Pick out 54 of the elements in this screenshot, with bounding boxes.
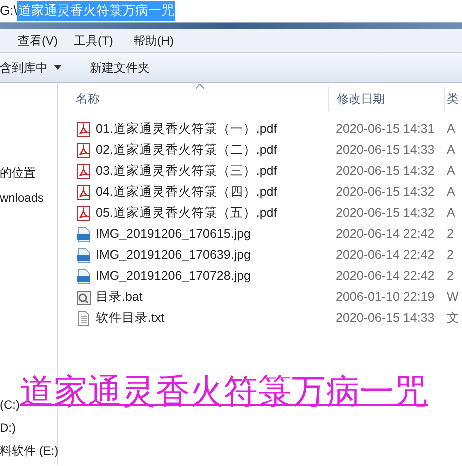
table-cell: 2020-06-15 14:32 (336, 185, 435, 200)
video-caption: 道家通灵香火符箓万病一咒 (20, 372, 428, 412)
table-cell: 2020-06-15 14:32 (336, 164, 435, 178)
column-header[interactable]: 类 (444, 87, 460, 111)
toolbar-button[interactable]: 新建文件夹 (90, 58, 150, 76)
table-cell: A (447, 164, 456, 178)
menu-item[interactable]: 帮助(H) (133, 32, 174, 50)
table-cell: A (447, 185, 456, 200)
image-file-icon (76, 248, 92, 264)
table-cell: A (447, 143, 456, 158)
table-cell: 2006-01-10 22:19 (336, 290, 435, 304)
file-name[interactable]: 03.道家通灵香火符箓（三）.pdf (96, 162, 278, 181)
file-name[interactable]: IMG_20191206_170728.jpg (96, 267, 251, 286)
table-cell: A (447, 122, 456, 136)
file-name[interactable]: 目录.bat (96, 288, 143, 307)
nav-item[interactable]: (C:) (0, 396, 20, 414)
table-cell: 文 (447, 311, 460, 326)
pdf-file-icon (76, 164, 92, 180)
table-cell: 2020-06-14 22:42 (336, 248, 435, 262)
nav-item[interactable]: wnloads (0, 189, 44, 207)
toolbar-button[interactable]: 含到库中 (0, 58, 62, 76)
menu-item[interactable]: 查看(V) (18, 32, 58, 50)
table-cell: 2 (447, 269, 454, 284)
table-cell: 2 (447, 227, 454, 242)
pdf-file-icon (76, 184, 92, 200)
nav-item[interactable]: 料软件 (E:) (0, 442, 59, 460)
image-file-icon (76, 226, 92, 242)
table-cell: 2020-06-15 14:31 (336, 122, 435, 136)
table-cell: A (447, 206, 456, 220)
file-name[interactable]: 04.道家通灵香火符箓（四）.pdf (96, 183, 278, 202)
nav-item[interactable]: D:) (0, 419, 16, 437)
file-name[interactable]: 软件目录.txt (96, 309, 165, 328)
image-file-icon (76, 268, 92, 284)
pdf-file-icon (76, 206, 92, 222)
table-cell: 2020-06-14 22:42 (336, 227, 435, 242)
column-header[interactable]: 名称 (58, 87, 328, 111)
file-name[interactable]: 01.道家通灵香火符箓（一）.pdf (96, 120, 278, 139)
file-name[interactable]: IMG_20191206_170615.jpg (96, 225, 251, 244)
file-name[interactable]: IMG_20191206_170639.jpg (96, 246, 251, 265)
table-cell: 2020-06-14 22:42 (336, 269, 435, 284)
pdf-file-icon (76, 142, 92, 158)
file-name[interactable]: 02.道家通灵香火符箓（二）.pdf (96, 141, 278, 160)
table-cell: 2020-06-15 14:32 (336, 206, 435, 220)
pdf-file-icon (76, 122, 92, 138)
file-name[interactable]: 05.道家通灵香火符箓（五）.pdf (96, 204, 278, 223)
path-prefix: G:\ (0, 2, 18, 20)
table-cell: 2 (447, 248, 454, 262)
table-cell: 2020-06-15 14:33 (336, 311, 435, 326)
column-header[interactable]: 修改日期 (328, 87, 444, 111)
table-cell: 2020-06-15 14:33 (336, 143, 435, 158)
table-cell: W (447, 290, 459, 304)
menu-item[interactable]: 工具(T) (74, 32, 114, 50)
nav-item[interactable]: 的位置 (0, 164, 36, 182)
text-file-icon (76, 310, 92, 326)
